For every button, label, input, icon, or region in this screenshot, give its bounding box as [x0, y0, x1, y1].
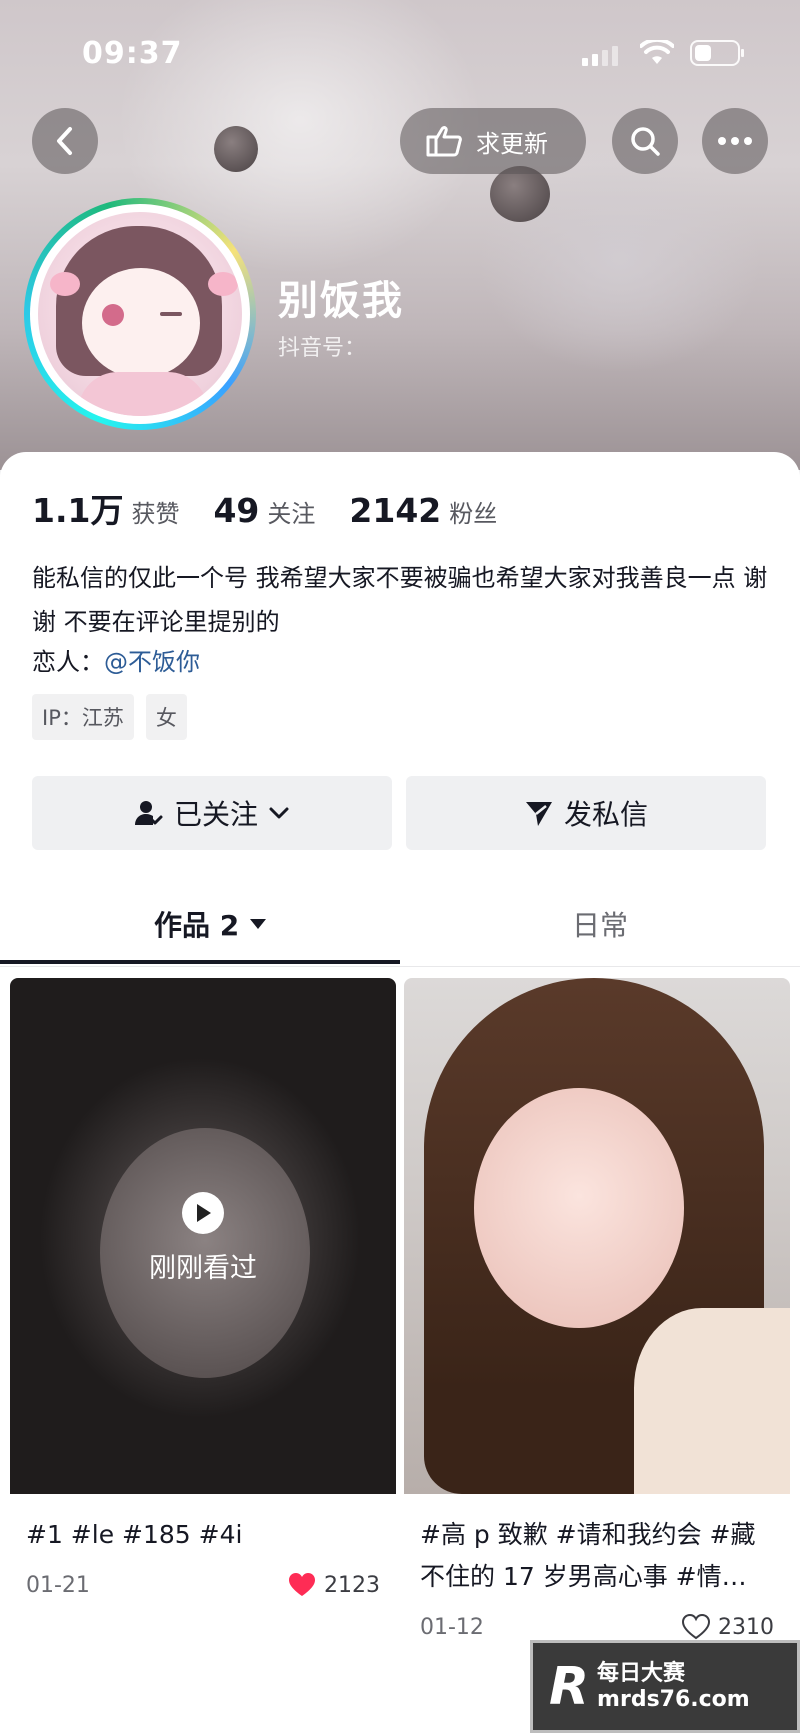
- watermark-line2: mrds76.com: [597, 1686, 750, 1712]
- wifi-icon: [640, 40, 674, 64]
- tab-works-label: 作品 2: [154, 909, 240, 942]
- search-button[interactable]: [612, 108, 678, 174]
- gender-tag: 女: [145, 694, 187, 740]
- video-likes: 2123: [288, 1572, 380, 1598]
- more-options-button[interactable]: [702, 108, 768, 174]
- tab-works[interactable]: 作品 2: [154, 904, 267, 944]
- profile-stats: 1.1万 获赞 49 关注 2142 粉丝: [32, 484, 497, 532]
- avatar-image: [38, 212, 242, 416]
- watermark-mark: R: [549, 1656, 590, 1717]
- watermark-logo: R 每日大赛 mrds76.com: [530, 1640, 800, 1733]
- send-message-button[interactable]: 发私信: [406, 776, 766, 850]
- followed-label: 已关注: [173, 798, 258, 831]
- back-button[interactable]: [32, 108, 98, 174]
- lover-label: 恋人：: [32, 648, 104, 676]
- heart-outline-icon: [682, 1614, 710, 1640]
- video-title: #1 #le #185 #4i: [26, 1520, 243, 1549]
- profile-bio: 能私信的仅此一个号 我希望大家不要被骗也希望大家对我善良一点 谢谢 不要在评论里…: [32, 564, 768, 636]
- user-check-icon: [134, 801, 163, 825]
- video-likes-count: 2310: [718, 1614, 774, 1640]
- status-time: 09:37: [82, 36, 183, 71]
- request-update-label: 求更新: [476, 129, 548, 158]
- video-date: 01-21: [26, 1572, 90, 1598]
- stat-following[interactable]: 49 关注: [213, 491, 315, 530]
- heart-filled-icon: [289, 1573, 315, 1596]
- lover-mention-link[interactable]: @不饭你: [104, 648, 200, 676]
- profile-tags: IP：江苏 女: [32, 694, 187, 740]
- watermark-line1: 每日大赛: [597, 1661, 686, 1687]
- play-icon: [182, 1192, 224, 1234]
- chevron-left-icon: [57, 127, 72, 155]
- stat-value: 49: [213, 491, 260, 530]
- status-bar: 09:37: [0, 32, 800, 76]
- video-meta: 01-21 2123: [26, 1572, 380, 1598]
- caret-down-icon: [250, 919, 267, 929]
- avatar[interactable]: [24, 198, 256, 430]
- background-decoration: [490, 166, 550, 222]
- video-title: #高 p 致歉 #请和我约会 #藏不住的 17 岁男高心事 #情…: [420, 1520, 756, 1591]
- followed-button[interactable]: 已关注: [32, 776, 392, 850]
- stat-followers[interactable]: 2142 粉丝: [349, 491, 497, 530]
- more-dots-icon: [718, 137, 752, 145]
- stat-value: 1.1万: [32, 491, 124, 530]
- tabs-divider: [0, 966, 800, 967]
- profile-name: 别饭我: [278, 278, 404, 324]
- video-thumbnail: [404, 978, 790, 1494]
- request-update-button[interactable]: 求更新: [400, 108, 586, 174]
- paper-plane-icon: [525, 802, 552, 826]
- douyin-id-label: 抖音号：: [278, 336, 367, 361]
- video-card[interactable]: 刚刚看过 #1 #le #185 #4i 01-21 2123: [10, 978, 396, 1616]
- stat-label: 粉丝: [449, 500, 498, 528]
- chevron-down-icon: [269, 807, 289, 819]
- pointing-hand-icon: [426, 126, 462, 157]
- active-tab-indicator: [0, 960, 400, 964]
- battery-icon: [690, 40, 744, 66]
- profile-tabs: 作品 2 日常: [0, 888, 800, 968]
- profile-lover-line: 恋人：@不饭你: [32, 640, 200, 684]
- video-thumbnail: 刚刚看过: [10, 978, 396, 1494]
- stat-value: 2142: [349, 491, 442, 530]
- video-card[interactable]: #高 p 致歉 #请和我约会 #藏不住的 17 岁男高心事 #情… 01-12 …: [404, 978, 790, 1658]
- stat-label: 获赞: [131, 500, 180, 528]
- send-message-label: 发私信: [563, 798, 648, 831]
- video-likes: 2310: [682, 1614, 774, 1640]
- video-meta: 01-12 2310: [420, 1614, 774, 1640]
- video-likes-count: 2123: [324, 1572, 380, 1598]
- search-icon: [631, 127, 660, 156]
- background-decoration: [214, 126, 258, 172]
- stat-likes[interactable]: 1.1万 获赞: [32, 484, 179, 532]
- tab-daily[interactable]: 日常: [572, 904, 628, 944]
- video-date: 01-12: [420, 1614, 484, 1640]
- recently-viewed-overlay: 刚刚看过: [10, 1192, 396, 1285]
- ip-location-tag: IP：江苏: [32, 694, 134, 740]
- recently-viewed-label: 刚刚看过: [149, 1253, 257, 1284]
- signal-icon: [582, 46, 618, 66]
- stat-label: 关注: [267, 500, 316, 528]
